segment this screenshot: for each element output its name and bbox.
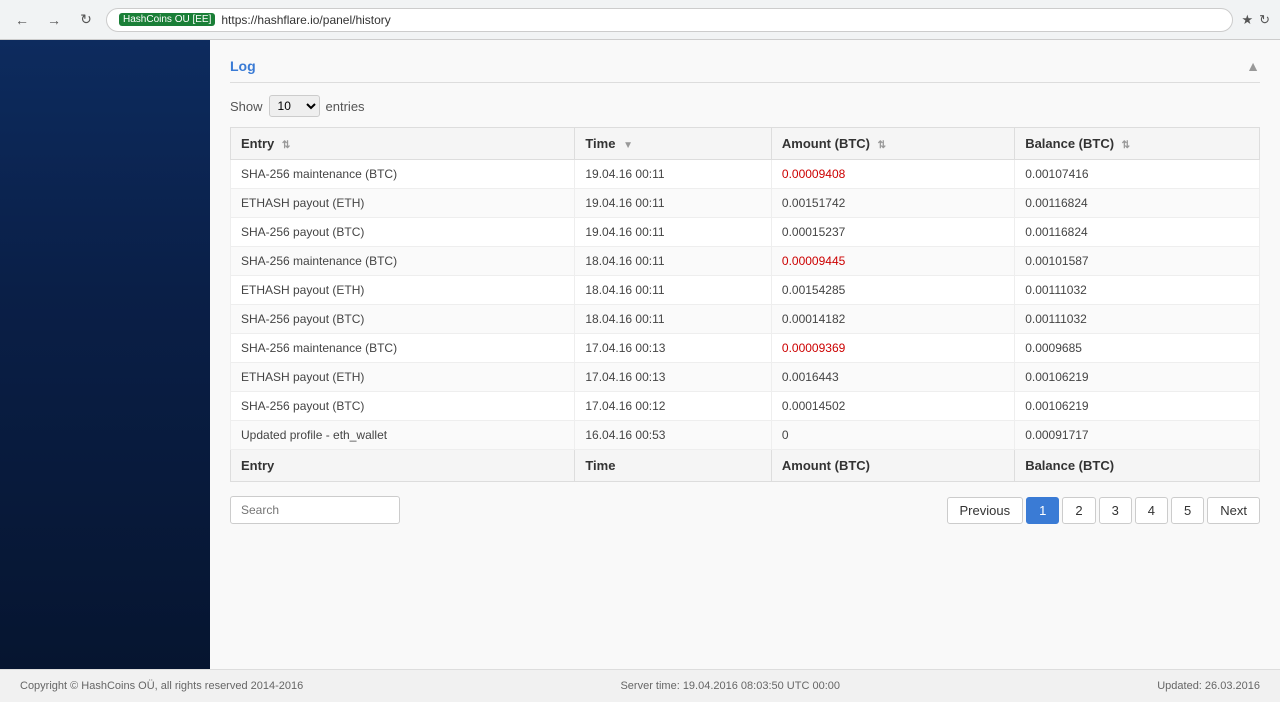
sort-icon-balance: ⇅ bbox=[1122, 140, 1130, 151]
cell-time: 19.04.16 00:11 bbox=[575, 218, 772, 247]
cell-time: 18.04.16 00:11 bbox=[575, 305, 772, 334]
cell-balance: 0.00116824 bbox=[1015, 189, 1260, 218]
cell-balance: 0.00111032 bbox=[1015, 305, 1260, 334]
sort-icon-entry: ⇅ bbox=[282, 140, 290, 151]
previous-button[interactable]: Previous bbox=[947, 497, 1024, 524]
cell-amount: 0.00015237 bbox=[771, 218, 1014, 247]
cell-amount: 0.00009369 bbox=[771, 334, 1014, 363]
refresh-button[interactable]: ↻ bbox=[74, 8, 98, 32]
cell-amount: 0.00009408 bbox=[771, 160, 1014, 189]
table-row: SHA-256 maintenance (BTC)18.04.16 00:110… bbox=[231, 247, 1260, 276]
table-row: ETHASH payout (ETH)17.04.16 00:130.00164… bbox=[231, 363, 1260, 392]
cell-entry: ETHASH payout (ETH) bbox=[231, 189, 575, 218]
cell-time: 17.04.16 00:13 bbox=[575, 363, 772, 392]
cell-entry: ETHASH payout (ETH) bbox=[231, 363, 575, 392]
footer-col-time: Time bbox=[575, 450, 772, 482]
cell-time: 17.04.16 00:13 bbox=[575, 334, 772, 363]
sort-icon-amount: ⇅ bbox=[878, 140, 886, 151]
col-time[interactable]: Time ▼ bbox=[575, 128, 772, 160]
page-2-button[interactable]: 2 bbox=[1062, 497, 1095, 524]
ssl-badge: HashCoins OU [EE] bbox=[119, 13, 215, 26]
sidebar bbox=[0, 40, 210, 669]
col-balance[interactable]: Balance (BTC) ⇅ bbox=[1015, 128, 1260, 160]
cell-balance: 0.00116824 bbox=[1015, 218, 1260, 247]
cell-time: 19.04.16 00:11 bbox=[575, 160, 772, 189]
cell-entry: SHA-256 payout (BTC) bbox=[231, 218, 575, 247]
url-bar: HashCoins OU [EE] https://hashflare.io/p… bbox=[106, 8, 1233, 32]
footer: Copyright © HashCoins OÜ, all rights res… bbox=[0, 669, 1280, 702]
entries-label: entries bbox=[326, 99, 365, 114]
cell-time: 17.04.16 00:12 bbox=[575, 392, 772, 421]
history-table: Entry ⇅ Time ▼ Amount (BTC) ⇅ Balance (B… bbox=[230, 127, 1260, 482]
browser-actions: ★ ↻ bbox=[1241, 12, 1270, 28]
url-text: https://hashflare.io/panel/history bbox=[221, 13, 390, 27]
table-row: ETHASH payout (ETH)18.04.16 00:110.00154… bbox=[231, 276, 1260, 305]
footer-col-entry: Entry bbox=[231, 450, 575, 482]
pagination: Previous 1 2 3 4 5 Next bbox=[947, 497, 1260, 524]
page-3-button[interactable]: 3 bbox=[1099, 497, 1132, 524]
cell-balance: 0.00107416 bbox=[1015, 160, 1260, 189]
table-row: SHA-256 maintenance (BTC)17.04.16 00:130… bbox=[231, 334, 1260, 363]
entries-select[interactable]: 10 5 25 50 100 bbox=[269, 95, 320, 117]
cell-balance: 0.0009685 bbox=[1015, 334, 1260, 363]
show-entries: Show 10 5 25 50 100 entries bbox=[230, 95, 1260, 117]
cell-balance: 0.00101587 bbox=[1015, 247, 1260, 276]
table-row: SHA-256 maintenance (BTC)19.04.16 00:110… bbox=[231, 160, 1260, 189]
refresh-icon[interactable]: ↻ bbox=[1259, 12, 1270, 28]
col-amount[interactable]: Amount (BTC) ⇅ bbox=[771, 128, 1014, 160]
cell-amount: 0.00009445 bbox=[771, 247, 1014, 276]
updated-text: Updated: 26.03.2016 bbox=[1157, 680, 1260, 692]
cell-amount: 0.00151742 bbox=[771, 189, 1014, 218]
table-body: SHA-256 maintenance (BTC)19.04.16 00:110… bbox=[231, 160, 1260, 450]
copyright-text: Copyright © HashCoins OÜ, all rights res… bbox=[20, 680, 303, 692]
page-1-button[interactable]: 1 bbox=[1026, 497, 1059, 524]
table-row: SHA-256 payout (BTC)17.04.16 00:120.0001… bbox=[231, 392, 1260, 421]
server-time-text: Server time: 19.04.2016 08:03:50 UTC 00:… bbox=[620, 680, 840, 692]
cell-balance: 0.00106219 bbox=[1015, 392, 1260, 421]
table-row: Updated profile - eth_wallet16.04.16 00:… bbox=[231, 421, 1260, 450]
collapse-button[interactable]: ▲ bbox=[1246, 58, 1260, 74]
sort-icon-time: ▼ bbox=[623, 140, 633, 151]
page-4-button[interactable]: 4 bbox=[1135, 497, 1168, 524]
cell-entry: SHA-256 payout (BTC) bbox=[231, 305, 575, 334]
table-row: SHA-256 payout (BTC)18.04.16 00:110.0001… bbox=[231, 305, 1260, 334]
cell-amount: 0.0016443 bbox=[771, 363, 1014, 392]
cell-time: 16.04.16 00:53 bbox=[575, 421, 772, 450]
footer-col-balance: Balance (BTC) bbox=[1015, 450, 1260, 482]
star-icon[interactable]: ★ bbox=[1241, 12, 1253, 28]
forward-button[interactable]: → bbox=[42, 8, 66, 32]
cell-entry: SHA-256 payout (BTC) bbox=[231, 392, 575, 421]
back-button[interactable]: ← bbox=[10, 8, 34, 32]
cell-entry: SHA-256 maintenance (BTC) bbox=[231, 334, 575, 363]
show-label: Show bbox=[230, 99, 263, 114]
log-title: Log bbox=[230, 58, 256, 74]
cell-entry: SHA-256 maintenance (BTC) bbox=[231, 247, 575, 276]
cell-time: 19.04.16 00:11 bbox=[575, 189, 772, 218]
table-row: SHA-256 payout (BTC)19.04.16 00:110.0001… bbox=[231, 218, 1260, 247]
footer-col-amount: Amount (BTC) bbox=[771, 450, 1014, 482]
cell-time: 18.04.16 00:11 bbox=[575, 247, 772, 276]
cell-balance: 0.00111032 bbox=[1015, 276, 1260, 305]
page-5-button[interactable]: 5 bbox=[1171, 497, 1204, 524]
cell-entry: Updated profile - eth_wallet bbox=[231, 421, 575, 450]
cell-entry: ETHASH payout (ETH) bbox=[231, 276, 575, 305]
col-entry[interactable]: Entry ⇅ bbox=[231, 128, 575, 160]
cell-entry: SHA-256 maintenance (BTC) bbox=[231, 160, 575, 189]
cell-time: 18.04.16 00:11 bbox=[575, 276, 772, 305]
browser-bar: ← → ↻ HashCoins OU [EE] https://hashflar… bbox=[0, 0, 1280, 40]
cell-balance: 0.00106219 bbox=[1015, 363, 1260, 392]
table-footer-row: Entry Time Amount (BTC) Balance (BTC) bbox=[231, 450, 1260, 482]
main-content: Log ▲ Show 10 5 25 50 100 entries Entry … bbox=[210, 40, 1280, 669]
table-row: ETHASH payout (ETH)19.04.16 00:110.00151… bbox=[231, 189, 1260, 218]
cell-amount: 0.00014182 bbox=[771, 305, 1014, 334]
table-header-row: Entry ⇅ Time ▼ Amount (BTC) ⇅ Balance (B… bbox=[231, 128, 1260, 160]
log-header: Log ▲ bbox=[230, 50, 1260, 83]
cell-amount: 0 bbox=[771, 421, 1014, 450]
next-button[interactable]: Next bbox=[1207, 497, 1260, 524]
bottom-bar: Previous 1 2 3 4 5 Next bbox=[230, 496, 1260, 524]
cell-amount: 0.00014502 bbox=[771, 392, 1014, 421]
cell-balance: 0.00091717 bbox=[1015, 421, 1260, 450]
cell-amount: 0.00154285 bbox=[771, 276, 1014, 305]
search-input[interactable] bbox=[230, 496, 400, 524]
